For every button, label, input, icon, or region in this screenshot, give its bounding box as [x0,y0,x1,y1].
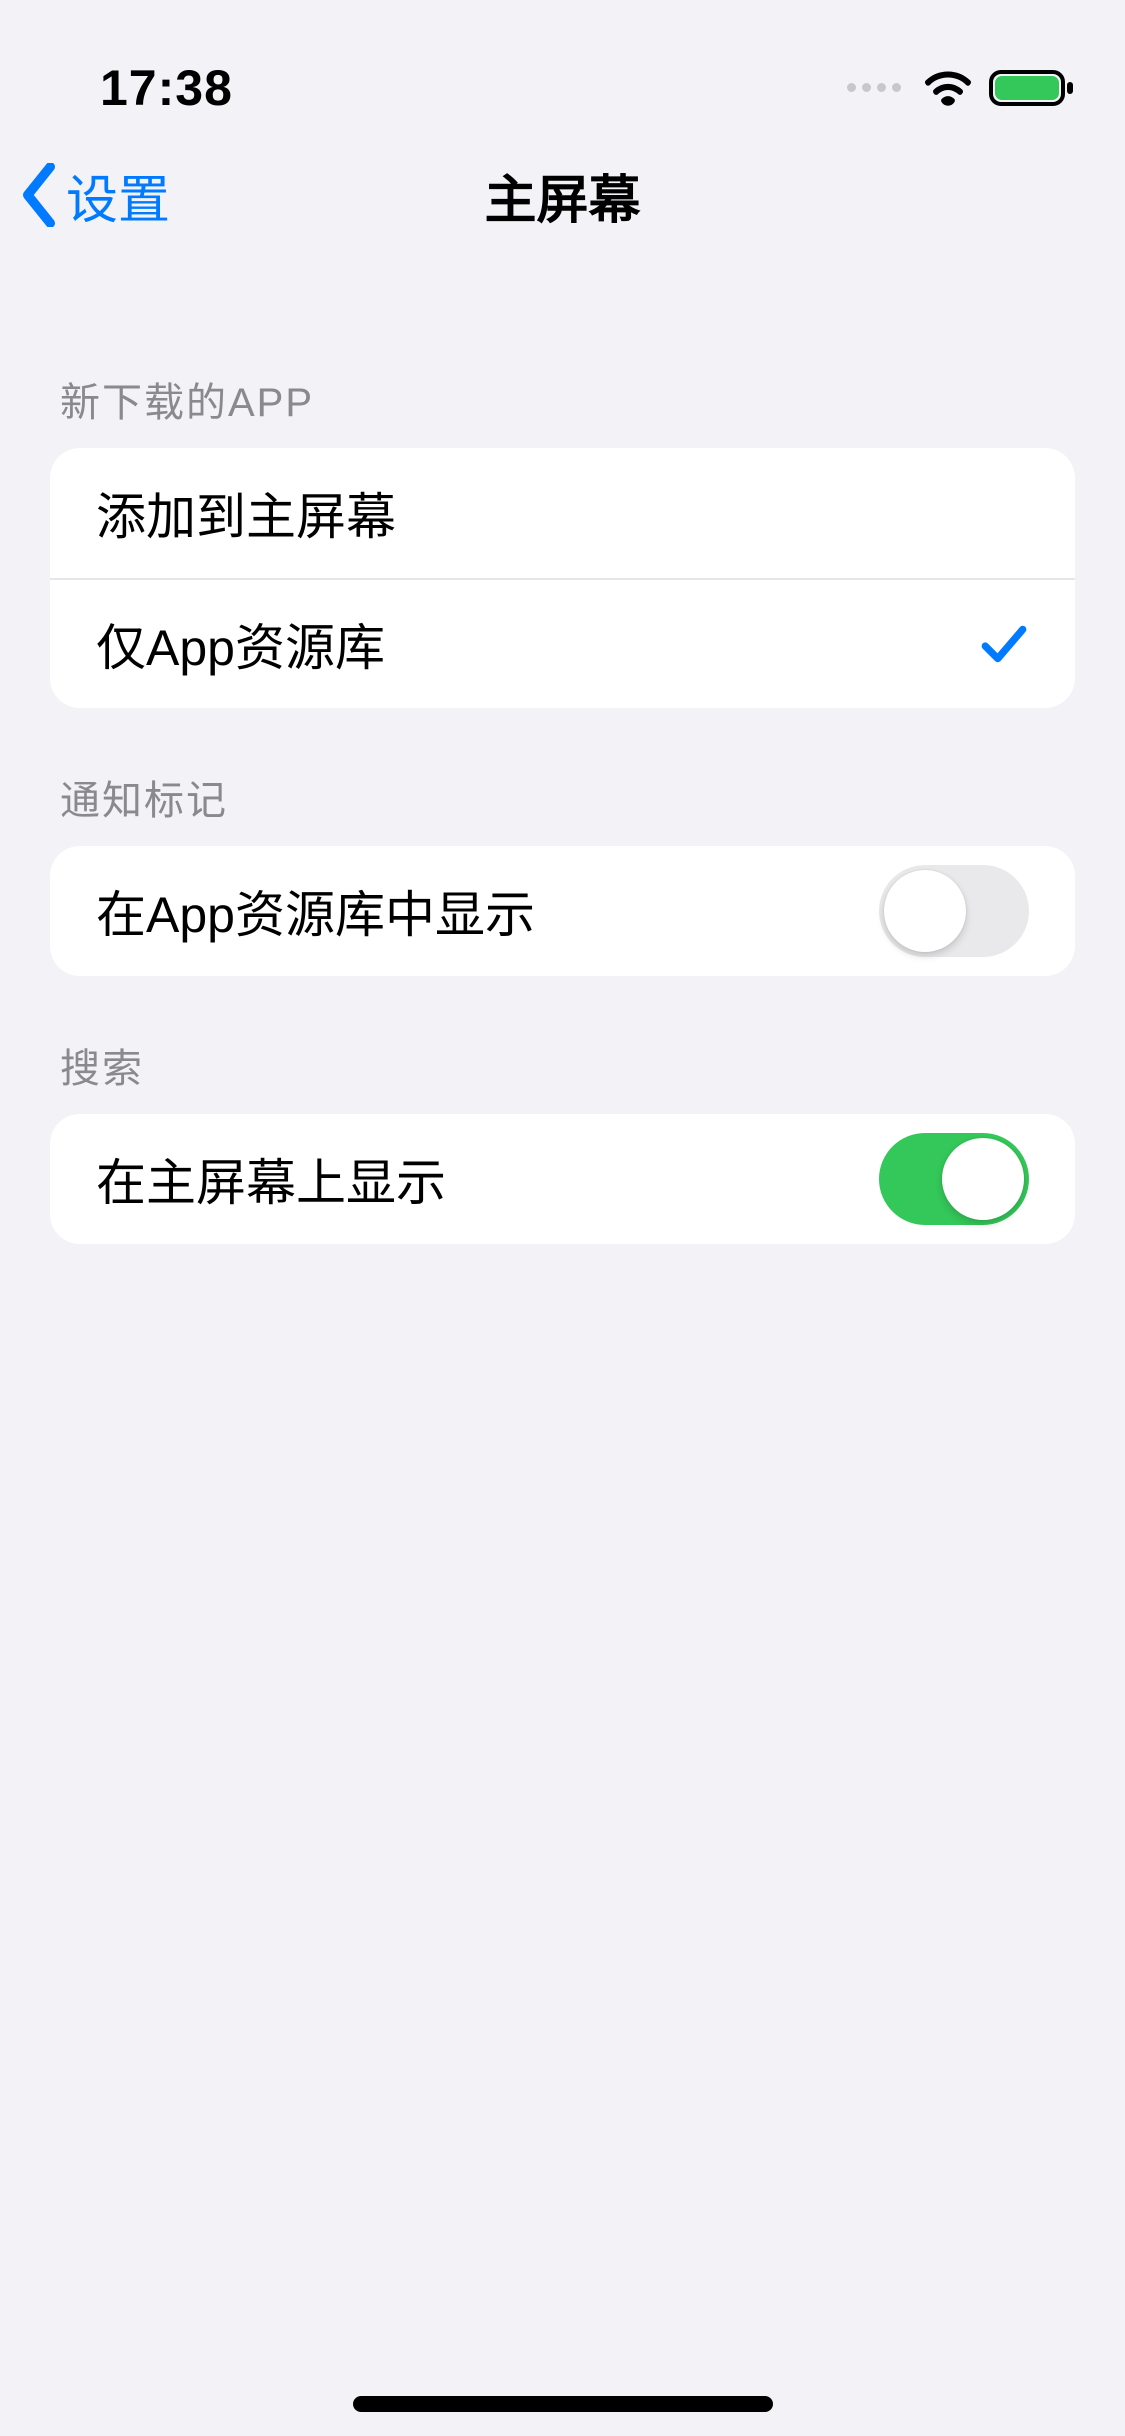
cellular-dots-icon [847,83,901,92]
group-new-apps: 添加到主屏幕 仅App资源库 [50,448,1075,708]
status-bar: 17:38 [0,0,1125,130]
chevron-left-icon [20,163,58,227]
row-label: 在主屏幕上显示 [96,1143,446,1215]
nav-bar: 设置 主屏幕 [0,130,1125,260]
section-header-badges: 通知标记 [0,708,1125,846]
section-header-new-apps: 新下载的APP [0,260,1125,448]
toggle-show-in-app-library[interactable] [879,865,1029,957]
option-label: 添加到主屏幕 [96,477,396,549]
group-search: 在主屏幕上显示 [50,1114,1075,1244]
option-add-to-home[interactable]: 添加到主屏幕 [50,448,1075,578]
wifi-icon [925,70,971,106]
row-label: 在App资源库中显示 [96,875,535,947]
switch-knob [942,1138,1024,1220]
option-label: 仅App资源库 [96,608,385,680]
section-header-search: 搜索 [0,976,1125,1114]
home-indicator[interactable] [353,2396,773,2412]
status-time: 17:38 [100,59,233,117]
option-app-library-only[interactable]: 仅App资源库 [50,578,1075,708]
toggle-show-on-home[interactable] [879,1133,1029,1225]
row-show-in-app-library[interactable]: 在App资源库中显示 [50,846,1075,976]
back-button[interactable]: 设置 [20,158,170,233]
back-label: 设置 [66,158,170,233]
group-badges: 在App资源库中显示 [50,846,1075,976]
battery-icon [989,68,1075,108]
checkmark-icon [979,619,1029,669]
switch-knob [884,870,966,952]
status-right [847,68,1075,108]
row-show-on-home[interactable]: 在主屏幕上显示 [50,1114,1075,1244]
